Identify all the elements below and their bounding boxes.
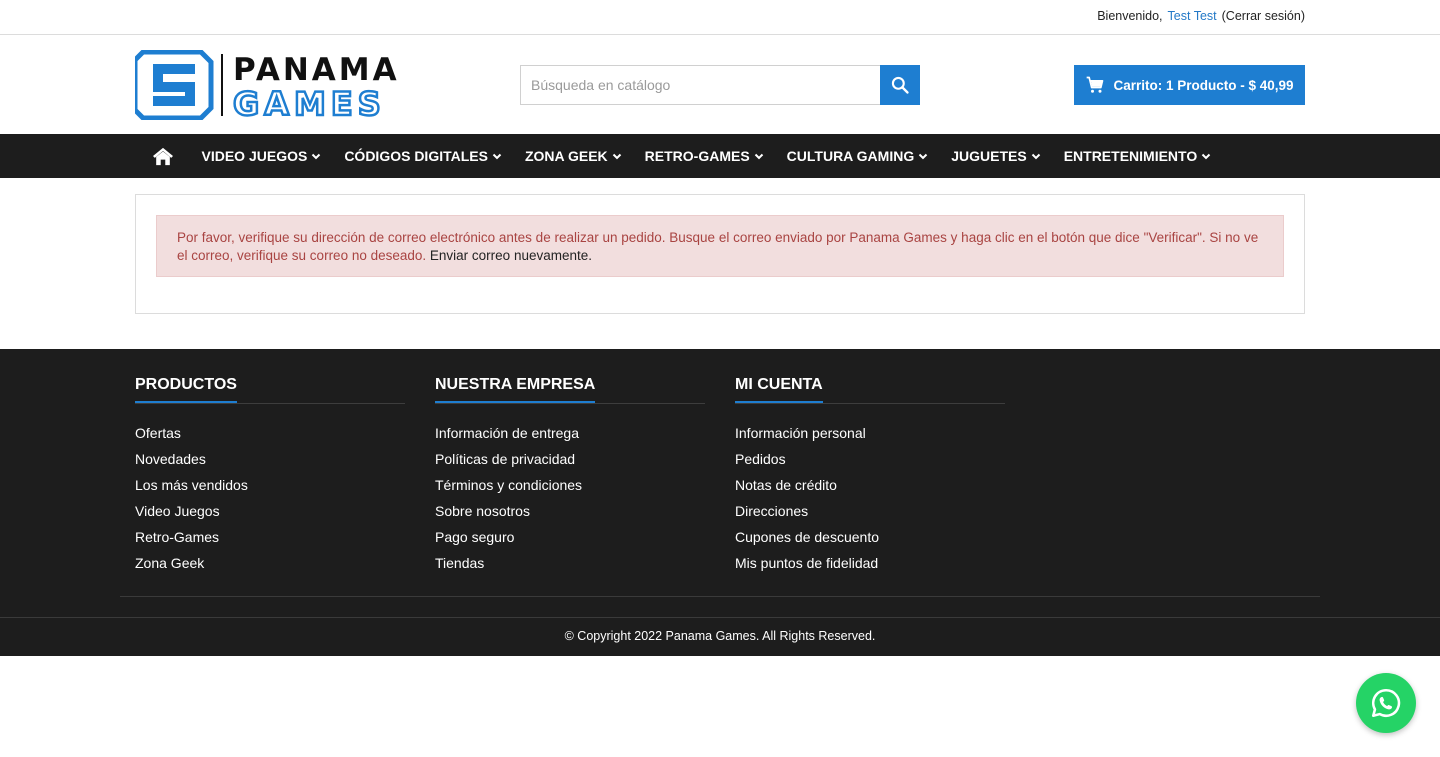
user-name-link[interactable]: Test Test (1168, 9, 1217, 23)
footer-divider (0, 617, 1440, 618)
search-input[interactable] (520, 65, 880, 105)
footer-column-mi-cuenta: MI CUENTA Información personal Pedidos N… (735, 374, 1005, 579)
footer-link[interactable]: Cupones de descuento (735, 527, 1005, 553)
footer-link[interactable]: Zona Geek (135, 553, 405, 579)
nav-item-label: JUGUETES (951, 148, 1027, 164)
footer-link[interactable]: Ofertas (135, 423, 405, 449)
nav-item-label: VIDEO JUEGOS (201, 148, 308, 164)
top-bar: Bienvenido, Test Test (Cerrar sesión) (0, 0, 1440, 35)
logout-link[interactable]: (Cerrar sesión) (1222, 9, 1305, 23)
footer-link[interactable]: Novedades (135, 449, 405, 475)
footer-link[interactable]: Sobre nosotros (435, 501, 705, 527)
nav-item-label: RETRO-GAMES (644, 148, 750, 164)
footer-link[interactable]: Información de entrega (435, 423, 705, 449)
cart-button[interactable]: Carrito: 1 Producto - $ 40,99 (1074, 65, 1305, 105)
footer-heading: NUESTRA EMPRESA (435, 374, 705, 404)
resend-email-link[interactable]: Enviar correo nuevamente. (430, 248, 592, 263)
footer-link[interactable]: Mis puntos de fidelidad (735, 553, 1005, 579)
nav-item-retro-games[interactable]: RETRO-GAMES (645, 148, 764, 164)
cart-label: Carrito: 1 Producto - $ 40,99 (1113, 77, 1294, 93)
nav-item-label: ZONA GEEK (524, 148, 608, 164)
chevron-down-icon (612, 153, 621, 160)
footer-link[interactable]: Video Juegos (135, 501, 405, 527)
chevron-down-icon (312, 153, 321, 160)
nav-item-video-juegos[interactable]: VIDEO JUEGOS (202, 148, 322, 164)
nav-item-juguetes[interactable]: JUGUETES (951, 148, 1040, 164)
nav-item-label: ENTRETENIMIENTO (1063, 148, 1198, 164)
footer-link[interactable]: Términos y condiciones (435, 475, 705, 501)
nav-item-zona-geek[interactable]: ZONA GEEK (525, 148, 622, 164)
user-info: Bienvenido, Test Test (Cerrar sesión) (1097, 9, 1305, 23)
footer: PRODUCTOS Ofertas Novedades Los más vend… (0, 349, 1440, 656)
footer-heading: MI CUENTA (735, 374, 1005, 404)
nav-item-label: CÓDIGOS DIGITALES (344, 148, 488, 164)
search-button[interactable] (880, 65, 920, 105)
footer-link[interactable]: Los más vendidos (135, 475, 405, 501)
footer-link[interactable]: Direcciones (735, 501, 1005, 527)
site-logo[interactable]: PANAMA GAMES (132, 49, 435, 124)
nav-item-label: CULTURA GAMING (786, 148, 915, 164)
footer-link[interactable]: Pago seguro (435, 527, 705, 553)
chevron-down-icon (1031, 153, 1040, 160)
nav-home[interactable] (135, 134, 190, 178)
footer-column-nuestra-empresa: NUESTRA EMPRESA Información de entrega P… (435, 374, 705, 579)
logo-text-bottom: GAMES (233, 85, 386, 120)
whatsapp-button[interactable] (1356, 673, 1416, 733)
chevron-down-icon (1202, 153, 1211, 160)
footer-link[interactable]: Políticas de privacidad (435, 449, 705, 475)
footer-link[interactable]: Notas de crédito (735, 475, 1005, 501)
footer-link[interactable]: Retro-Games (135, 527, 405, 553)
footer-link[interactable]: Pedidos (735, 449, 1005, 475)
footer-link[interactable]: Tiendas (435, 553, 705, 579)
home-icon (152, 147, 173, 166)
copyright-text: © Copyright 2022 Panama Games. All Right… (564, 629, 876, 643)
nav-item-codigos-digitales[interactable]: CÓDIGOS DIGITALES (344, 148, 502, 164)
cart-icon (1087, 76, 1104, 93)
nav-item-entretenimiento[interactable]: ENTRETENIMIENTO (1064, 148, 1212, 164)
chevron-down-icon (492, 153, 502, 160)
footer-divider (120, 596, 1320, 597)
logo-text-top: PANAMA (233, 52, 400, 88)
nav-item-cultura-gaming[interactable]: CULTURA GAMING (787, 148, 929, 164)
search-bar (520, 65, 920, 105)
whatsapp-icon (1371, 688, 1401, 718)
chevron-down-icon (919, 153, 928, 160)
chevron-down-icon (754, 153, 763, 160)
search-icon (891, 76, 909, 94)
footer-heading: PRODUCTOS (135, 374, 405, 404)
welcome-text: Bienvenido, (1097, 9, 1163, 23)
header: PANAMA GAMES Carrito: 1 Producto - $ 40,… (0, 35, 1440, 134)
content-box: Por favor, verifique su dirección de cor… (135, 194, 1305, 314)
footer-column-productos: PRODUCTOS Ofertas Novedades Los más vend… (135, 374, 405, 579)
alert-message: Por favor, verifique su dirección de cor… (177, 230, 1259, 263)
main-nav: VIDEO JUEGOS CÓDIGOS DIGITALES ZONA GEEK… (0, 134, 1440, 178)
verification-alert: Por favor, verifique su dirección de cor… (156, 215, 1284, 277)
footer-link[interactable]: Información personal (735, 423, 1005, 449)
